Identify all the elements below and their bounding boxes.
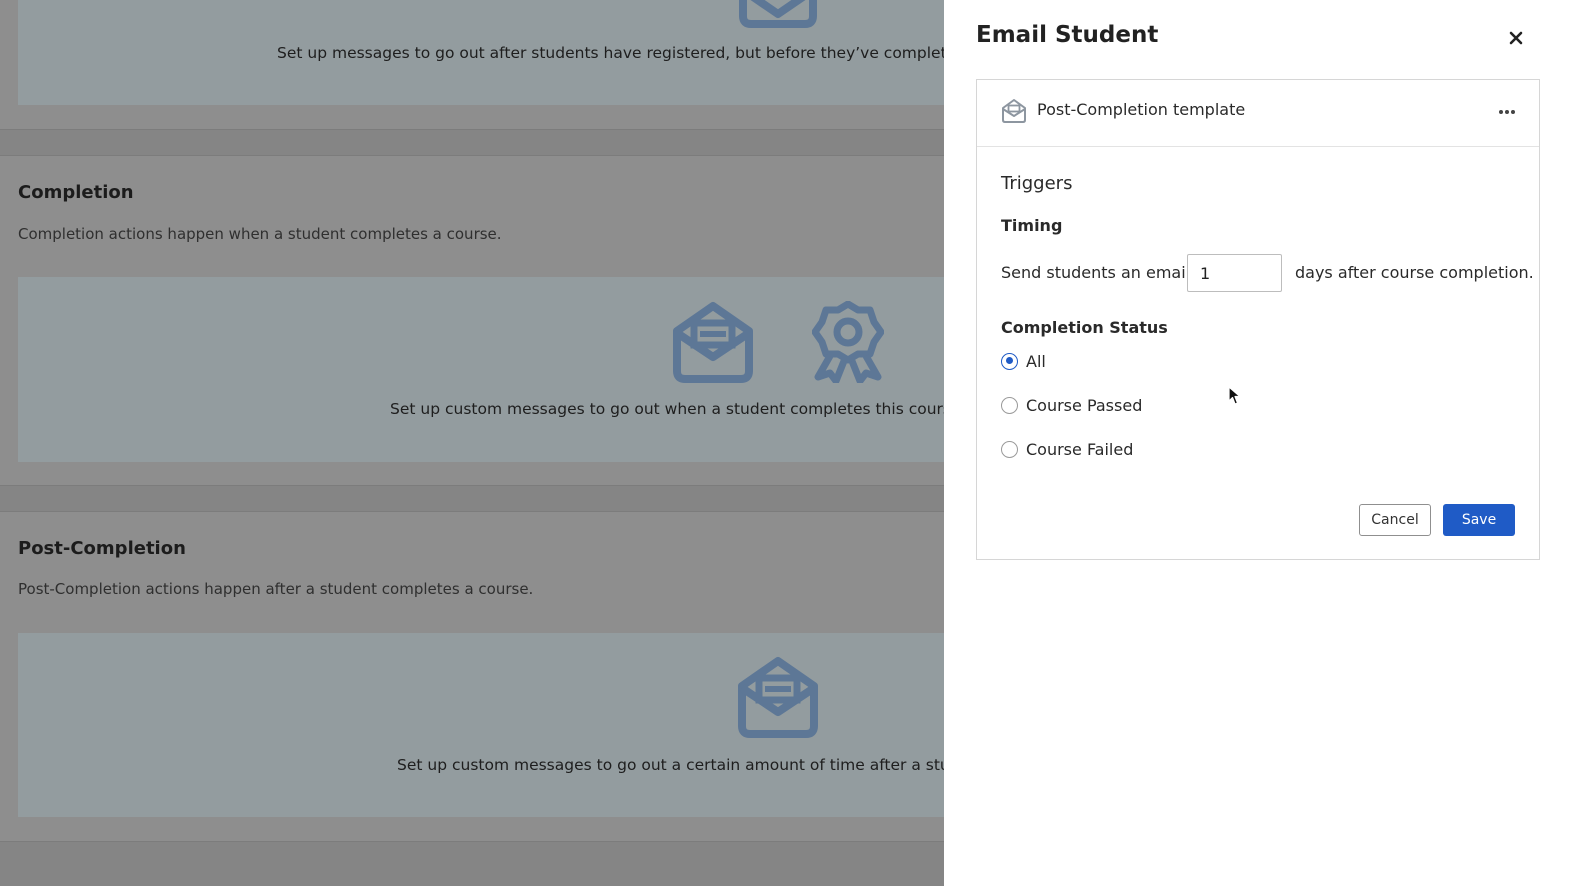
section-divider	[0, 129, 944, 156]
template-name: Post-Completion template	[1037, 100, 1246, 119]
post-completion-description: Post-Completion actions happen after a s…	[18, 580, 534, 598]
template-card-header: Post-Completion template	[977, 80, 1539, 147]
envelope-icon	[738, 657, 818, 738]
completion-description: Completion actions happen when a student…	[18, 225, 502, 243]
award-ribbon-icon	[812, 301, 884, 383]
envelope-icon	[739, 0, 817, 28]
close-button[interactable]	[1504, 26, 1528, 50]
radio-button[interactable]	[1001, 352, 1018, 370]
radio-label: Course Passed	[1026, 395, 1143, 415]
section-divider	[0, 841, 944, 886]
radio-option-course-passed[interactable]: Course Passed	[1001, 393, 1142, 417]
more-options-button[interactable]	[1495, 102, 1519, 122]
background-page: Set up messages to go out after students…	[0, 0, 944, 886]
completion-heading: Completion	[18, 182, 134, 203]
radio-button[interactable]	[1001, 440, 1018, 458]
save-button[interactable]: Save	[1443, 504, 1515, 536]
panel-title: Email Student	[976, 22, 1159, 48]
email-student-panel: Email Student Post-Completion template T…	[944, 0, 1570, 886]
pre-completion-message: Set up messages to go out after students…	[277, 44, 944, 62]
mouse-cursor-icon	[1228, 386, 1241, 405]
template-card: Post-Completion template Triggers Timing…	[976, 79, 1540, 560]
timing-label: Timing	[1001, 216, 1063, 235]
post-completion-message: Set up custom messages to go out a certa…	[397, 756, 944, 774]
cancel-button[interactable]: Cancel	[1359, 504, 1431, 536]
timing-suffix-text: days after course completion.	[1295, 263, 1534, 282]
envelope-icon	[673, 302, 753, 383]
completion-status-label: Completion Status	[1001, 318, 1168, 337]
radio-button[interactable]	[1001, 396, 1018, 414]
radio-option-course-failed[interactable]: Course Failed	[1001, 437, 1133, 461]
more-options-icon	[1499, 110, 1515, 114]
completion-panel	[18, 277, 944, 462]
timing-prefix-text: Send students an email	[1001, 263, 1191, 282]
close-icon	[1509, 31, 1523, 45]
completion-message: Set up custom messages to go out when a …	[390, 400, 944, 418]
radio-option-all[interactable]: All	[1001, 349, 1046, 373]
radio-label: Course Failed	[1026, 439, 1134, 459]
post-completion-heading: Post-Completion	[18, 538, 186, 559]
days-after-input[interactable]	[1187, 254, 1282, 292]
section-divider	[0, 485, 944, 512]
envelope-icon	[1002, 99, 1026, 123]
radio-label: All	[1026, 351, 1046, 371]
triggers-heading: Triggers	[1001, 173, 1073, 194]
